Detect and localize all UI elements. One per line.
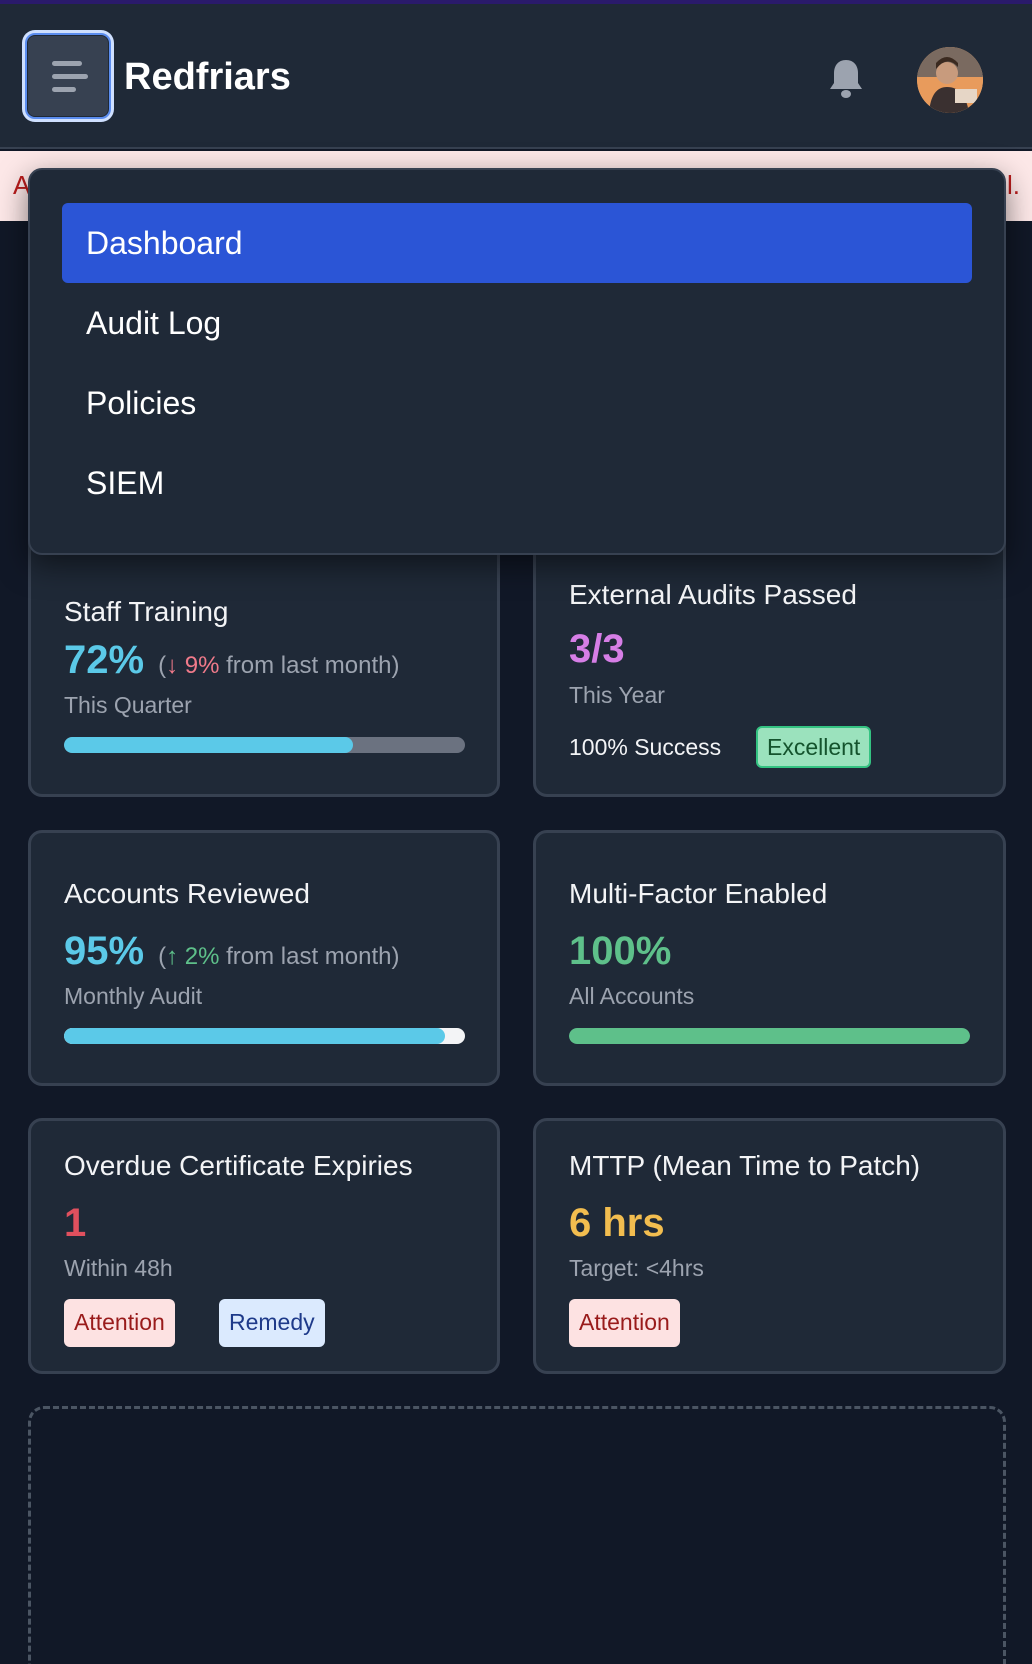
- delta-indicator: (↓ 9% from last month): [158, 652, 399, 679]
- attention-tag[interactable]: Attention: [569, 1299, 680, 1347]
- card-subtitle: This Year: [569, 682, 665, 708]
- delta-text: from last month): [226, 943, 400, 970]
- mttp-card: MTTP (Mean Time to Patch) 6 hrs Target: …: [533, 1118, 1006, 1374]
- card-value: 72% (↓ 9% from last month): [64, 638, 399, 683]
- external-audits-card: External Audits Passed 3/3 This Year 100…: [533, 520, 1006, 797]
- progress-fill: [64, 737, 353, 753]
- staff-training-value: 72%: [64, 638, 145, 682]
- card-subtitle: Within 48h: [64, 1255, 173, 1281]
- success-rate-text: 100% Success: [569, 734, 722, 760]
- empty-placeholder-panel: [28, 1406, 1006, 1664]
- card-subtitle: Monthly Audit: [64, 983, 203, 1009]
- delta-value: 2%: [184, 943, 220, 970]
- up-arrow-icon: ↑: [166, 943, 179, 970]
- overdue-certificates-card: Overdue Certificate Expiries 1 Within 48…: [28, 1118, 500, 1374]
- down-arrow-icon: ↓: [166, 652, 179, 679]
- progress-fill: [64, 1028, 445, 1044]
- bell-icon[interactable]: [826, 57, 866, 101]
- mttp-value: 6 hrs: [569, 1201, 665, 1245]
- nav-item-dashboard[interactable]: Dashboard: [62, 203, 972, 283]
- card-title: Staff Training: [64, 596, 229, 627]
- nav-item-siem[interactable]: SIEM: [62, 443, 972, 523]
- app-header: Redfriars: [0, 4, 1032, 149]
- hamburger-icon-line: [52, 73, 88, 79]
- brand-title: Redfriars: [124, 56, 291, 98]
- excellent-badge: Excellent: [756, 726, 872, 768]
- accounts-reviewed-progress-bar: [64, 1028, 465, 1044]
- multi-factor-card: Multi-Factor Enabled 100% All Accounts: [533, 830, 1006, 1086]
- delta-text: from last month): [226, 652, 400, 679]
- mfa-value: 100%: [569, 929, 672, 973]
- staff-training-card: Staff Training 72% (↓ 9% from last month)…: [28, 520, 500, 797]
- card-title: External Audits Passed: [569, 579, 857, 610]
- card-value: 95% (↑ 2% from last month): [64, 929, 399, 974]
- staff-training-progress-bar: [64, 737, 465, 753]
- hamburger-menu-button[interactable]: [25, 33, 111, 119]
- card-subtitle: This Quarter: [64, 692, 192, 718]
- card-title: MTTP (Mean Time to Patch): [569, 1150, 921, 1181]
- delta-open: (: [158, 943, 167, 970]
- accounts-reviewed-value: 95%: [64, 929, 145, 973]
- delta-indicator: (↑ 2% from last month): [158, 943, 399, 970]
- alert-text-right: l.: [1007, 170, 1020, 200]
- card-title: Multi-Factor Enabled: [569, 878, 828, 909]
- overdue-certificates-value: 1: [64, 1201, 87, 1245]
- card-title: Accounts Reviewed: [64, 878, 310, 909]
- progress-fill: [569, 1028, 970, 1044]
- nav-item-policies[interactable]: Policies: [62, 363, 972, 443]
- delta-value: 9%: [184, 652, 220, 679]
- attention-tag[interactable]: Attention: [64, 1299, 175, 1347]
- remedy-tag[interactable]: Remedy: [219, 1299, 325, 1347]
- nav-dropdown-menu: Dashboard Audit Log Policies SIEM: [28, 168, 1006, 555]
- accounts-reviewed-card: Accounts Reviewed 95% (↑ 2% from last mon…: [28, 830, 500, 1086]
- delta-open: (: [158, 652, 167, 679]
- hamburger-icon-line: [52, 86, 76, 92]
- mfa-progress-bar: [569, 1028, 970, 1044]
- hamburger-icon: [52, 60, 82, 66]
- card-subtitle: All Accounts: [569, 983, 695, 1009]
- card-title: Overdue Certificate Expiries: [64, 1150, 413, 1181]
- avatar[interactable]: [917, 47, 983, 113]
- card-subtitle: Target: <4hrs: [569, 1255, 704, 1281]
- avatar-photo: [917, 47, 983, 113]
- external-audits-value: 3/3: [569, 627, 625, 671]
- nav-item-audit-log[interactable]: Audit Log: [62, 283, 972, 363]
